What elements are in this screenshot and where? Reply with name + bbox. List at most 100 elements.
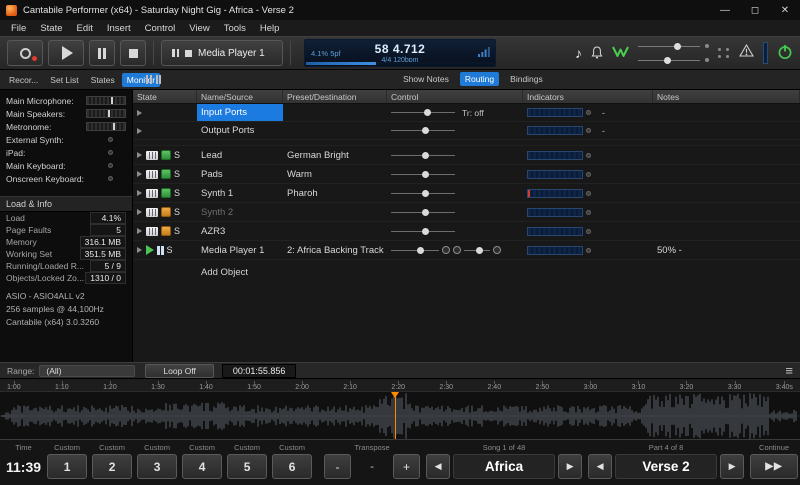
gain-slider[interactable] [391, 151, 455, 160]
metronome-note-icon[interactable]: ♪ [575, 46, 582, 60]
gain-slider[interactable] [391, 208, 455, 217]
pan-knob[interactable] [453, 246, 461, 254]
menu-item[interactable]: View [182, 22, 216, 35]
record-button[interactable] [7, 40, 43, 66]
prev-part-button[interactable]: ◀ [588, 454, 612, 479]
next-song-button[interactable]: ▶ [558, 454, 582, 479]
row-name[interactable]: Input Ports [197, 104, 283, 121]
main-tab[interactable]: Set List [45, 73, 83, 87]
expand-icon[interactable] [137, 228, 142, 234]
row-name[interactable]: Output Ports [197, 122, 283, 139]
pause-icon[interactable] [157, 246, 164, 255]
gain-slider[interactable] [391, 227, 455, 236]
run-state-badge[interactable] [161, 169, 171, 179]
menu-item[interactable]: State [33, 22, 69, 35]
continue-button[interactable]: ▶▶ [750, 454, 798, 479]
run-state-badge[interactable] [161, 150, 171, 160]
row-preset[interactable]: Pharoh [283, 184, 387, 202]
warning-icon[interactable] [739, 44, 754, 62]
menu-item[interactable]: Tools [217, 22, 253, 35]
power-button[interactable] [777, 44, 793, 63]
table-row-output-ports[interactable]: Output Ports - [133, 122, 800, 140]
column-header[interactable]: Preset/Destination [283, 90, 387, 103]
mute-dot[interactable] [705, 44, 709, 48]
column-header[interactable]: State [133, 90, 197, 103]
table-row-input-ports[interactable]: Input Ports Tr: off - [133, 104, 800, 122]
routing-tab[interactable]: Bindings [505, 72, 548, 86]
prev-song-button[interactable]: ◀ [426, 454, 450, 479]
next-part-button[interactable]: ▶ [720, 454, 744, 479]
transpose-up-button[interactable]: + [393, 454, 420, 479]
custom-button[interactable]: 6 [272, 454, 312, 479]
timeline-ruler[interactable]: 1:001:101:201:301:401:502:002:102:202:30… [0, 378, 800, 391]
row-preset[interactable]: Warm [283, 165, 387, 183]
main-tab[interactable]: States [86, 73, 120, 87]
level-meter[interactable] [86, 122, 126, 131]
menu-item[interactable]: Control [138, 22, 183, 35]
row-name[interactable]: Pads [197, 165, 283, 183]
fade-slider[interactable] [464, 246, 490, 255]
expand-icon[interactable] [137, 190, 142, 196]
current-song[interactable]: Africa [453, 454, 555, 479]
expand-icon[interactable] [137, 209, 142, 215]
row-preset[interactable]: German Bright [283, 146, 387, 164]
row-preset[interactable] [283, 222, 387, 240]
playhead-marker[interactable] [395, 392, 396, 439]
playing-icon[interactable] [146, 245, 154, 255]
current-part[interactable]: Verse 2 [615, 454, 717, 479]
custom-button[interactable]: 1 [47, 454, 87, 479]
loop-toggle-button[interactable]: Loop Off [145, 364, 213, 378]
notification-bell-icon[interactable] [591, 46, 603, 61]
main-tab[interactable]: Recor... [4, 73, 43, 87]
custom-button[interactable]: 5 [227, 454, 267, 479]
speed-knob[interactable] [493, 246, 501, 254]
row-name[interactable]: Synth 1 [197, 184, 283, 202]
run-state-badge[interactable] [161, 207, 171, 217]
row-name[interactable]: Synth 2 [197, 203, 283, 221]
gain-slider[interactable] [391, 189, 455, 198]
gain-slider[interactable] [391, 170, 455, 179]
mute-dot[interactable] [705, 58, 709, 62]
pause-button[interactable] [89, 40, 115, 66]
level-meter[interactable] [86, 109, 126, 118]
level-meter[interactable] [86, 96, 126, 105]
row-name[interactable]: Lead [197, 146, 283, 164]
gain-slider[interactable] [391, 126, 455, 135]
timeline-menu-icon[interactable]: ≡ [785, 364, 793, 377]
row-preset[interactable] [283, 203, 387, 221]
row-name[interactable]: AZR3 [197, 222, 283, 240]
play-button[interactable] [48, 40, 84, 66]
expand-icon[interactable] [137, 128, 142, 134]
waveform-display[interactable] [0, 391, 800, 439]
row-preset[interactable]: 2: Africa Backing Track [283, 241, 387, 259]
panel-columns-icon[interactable] [146, 75, 161, 84]
column-header[interactable]: Indicators [523, 90, 653, 103]
table-row-media-player-1[interactable]: S Media Player 1 2: Africa Backing Track… [133, 241, 800, 260]
menu-item[interactable]: Insert [100, 22, 138, 35]
stop-button[interactable] [120, 40, 146, 66]
close-button[interactable]: ✕ [770, 0, 800, 20]
minimize-button[interactable]: — [710, 0, 740, 20]
maximize-button[interactable]: ◻ [740, 0, 770, 20]
table-row-pads[interactable]: S Pads Warm [133, 165, 800, 184]
menu-item[interactable]: File [4, 22, 33, 35]
column-header[interactable]: Notes [653, 90, 800, 103]
custom-button[interactable]: 4 [182, 454, 222, 479]
add-object-button[interactable]: Add Object [197, 267, 283, 278]
routing-tab[interactable]: Routing [460, 72, 499, 86]
column-header[interactable]: Control [387, 90, 523, 103]
routing-tab[interactable]: Show Notes [398, 72, 454, 86]
expand-icon[interactable] [137, 110, 142, 116]
expand-icon[interactable] [137, 152, 142, 158]
level-slider[interactable] [638, 57, 700, 64]
transpose-down-button[interactable]: - [324, 454, 351, 479]
table-row-synth-2[interactable]: S Synth 2 [133, 203, 800, 222]
range-select[interactable]: (All) [39, 365, 135, 377]
gain-slider[interactable] [391, 246, 439, 255]
table-row-lead[interactable]: S Lead German Bright [133, 146, 800, 165]
expand-icon[interactable] [137, 171, 142, 177]
table-row-synth-1[interactable]: S Synth 1 Pharoh [133, 184, 800, 203]
expand-icon[interactable] [137, 247, 142, 253]
run-state-badge[interactable] [161, 188, 171, 198]
custom-button[interactable]: 2 [92, 454, 132, 479]
